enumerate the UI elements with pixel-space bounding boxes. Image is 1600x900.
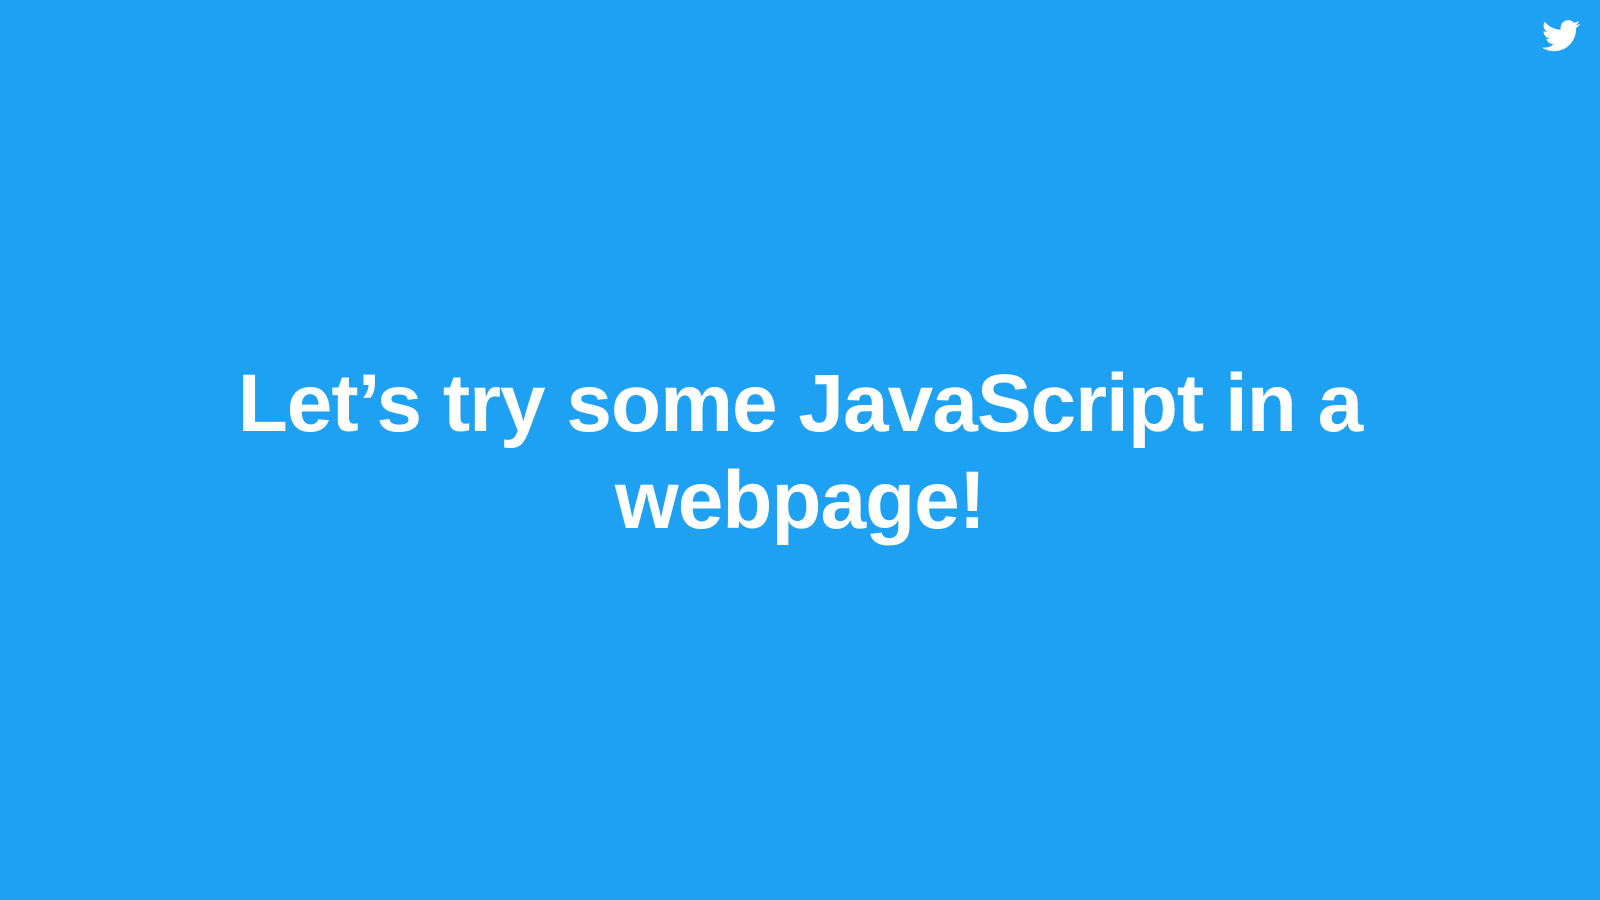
- slide-title: Let’s try some JavaScript in a webpage!: [237, 358, 1364, 546]
- presentation-slide: Let’s try some JavaScript in a webpage!: [0, 0, 1600, 900]
- twitter-bird-icon: [1542, 20, 1580, 52]
